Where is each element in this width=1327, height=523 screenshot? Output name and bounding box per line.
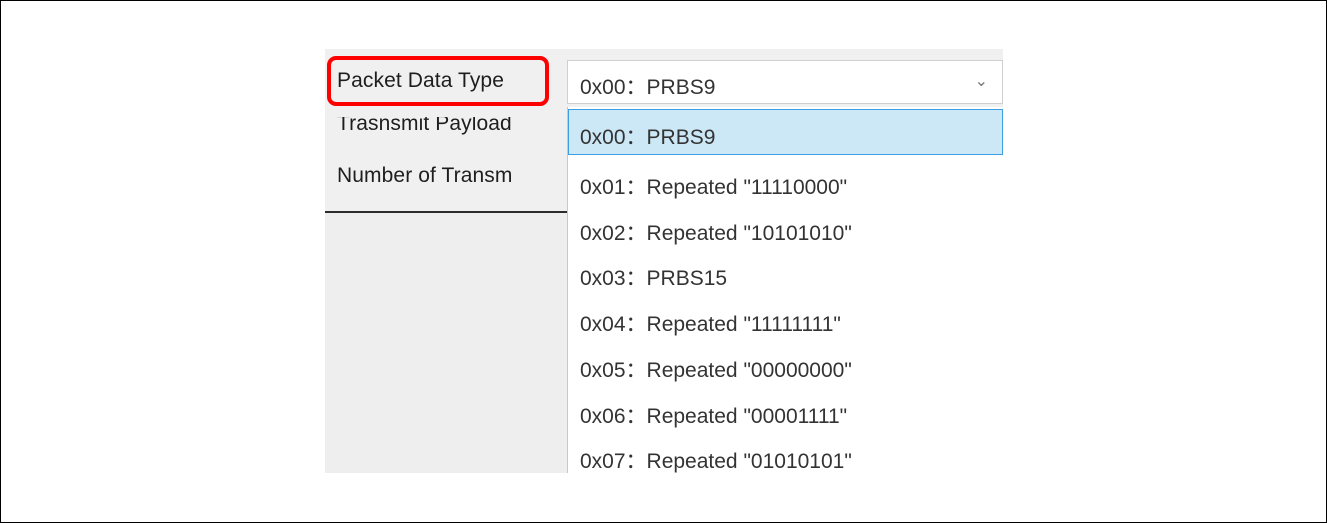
dropdown-option[interactable]: 0x02：Repeated "10101010" xyxy=(568,205,1003,251)
packet-data-type-select[interactable]: 0x00：PRBS9 ⌄ xyxy=(567,60,1003,104)
dropdown-option[interactable]: 0x07：Repeated "01010101" xyxy=(568,433,1003,479)
dropdown-option-label: 0x04：Repeated "11111111" xyxy=(580,313,841,336)
chevron-down-icon[interactable]: ⌄ xyxy=(975,71,988,90)
transmit-payload-label-text: Trasnsmit Payload xyxy=(337,117,512,135)
dropdown-option-label: 0x06：Repeated "00001111" xyxy=(580,405,848,428)
panel-lower-area xyxy=(325,212,570,473)
dropdown-option[interactable]: 0x01：Repeated "11110000" xyxy=(568,159,1003,205)
dropdown-option[interactable]: 0x04：Repeated "11111111" xyxy=(568,296,1003,342)
dropdown-option-label: 0x02：Repeated "10101010" xyxy=(580,222,852,245)
dropdown-option-label: 0x00：PRBS9 xyxy=(580,126,716,149)
dropdown-option[interactable]: 0x06：Repeated "00001111" xyxy=(568,388,1003,434)
dropdown-option[interactable]: 0x05：Repeated "00000000" xyxy=(568,342,1003,388)
transmit-payload-label: Trasnsmit Payload xyxy=(337,117,568,139)
dropdown-option-label: 0x03：PRBS15 xyxy=(580,267,728,290)
packet-data-type-dropdown-list[interactable]: 0x00：PRBS9 0x01：Repeated "11110000" 0x02… xyxy=(567,107,1003,473)
highlight-box xyxy=(327,56,549,106)
number-of-transmissions-label: Number of Transm xyxy=(337,164,513,187)
dropdown-option-label: 0x01：Repeated "11110000" xyxy=(580,176,848,199)
packet-data-type-selected-value: 0x00：PRBS9 xyxy=(580,76,716,99)
dropdown-option-label: 0x05：Repeated "00000000" xyxy=(580,359,852,382)
dropdown-option[interactable]: 0x00：PRBS9 xyxy=(568,109,1003,155)
dropdown-option[interactable]: 0x03：PRBS15 xyxy=(568,250,1003,296)
dropdown-option-label: 0x07：Repeated "01010101" xyxy=(580,450,852,473)
panel-separator xyxy=(325,211,570,213)
